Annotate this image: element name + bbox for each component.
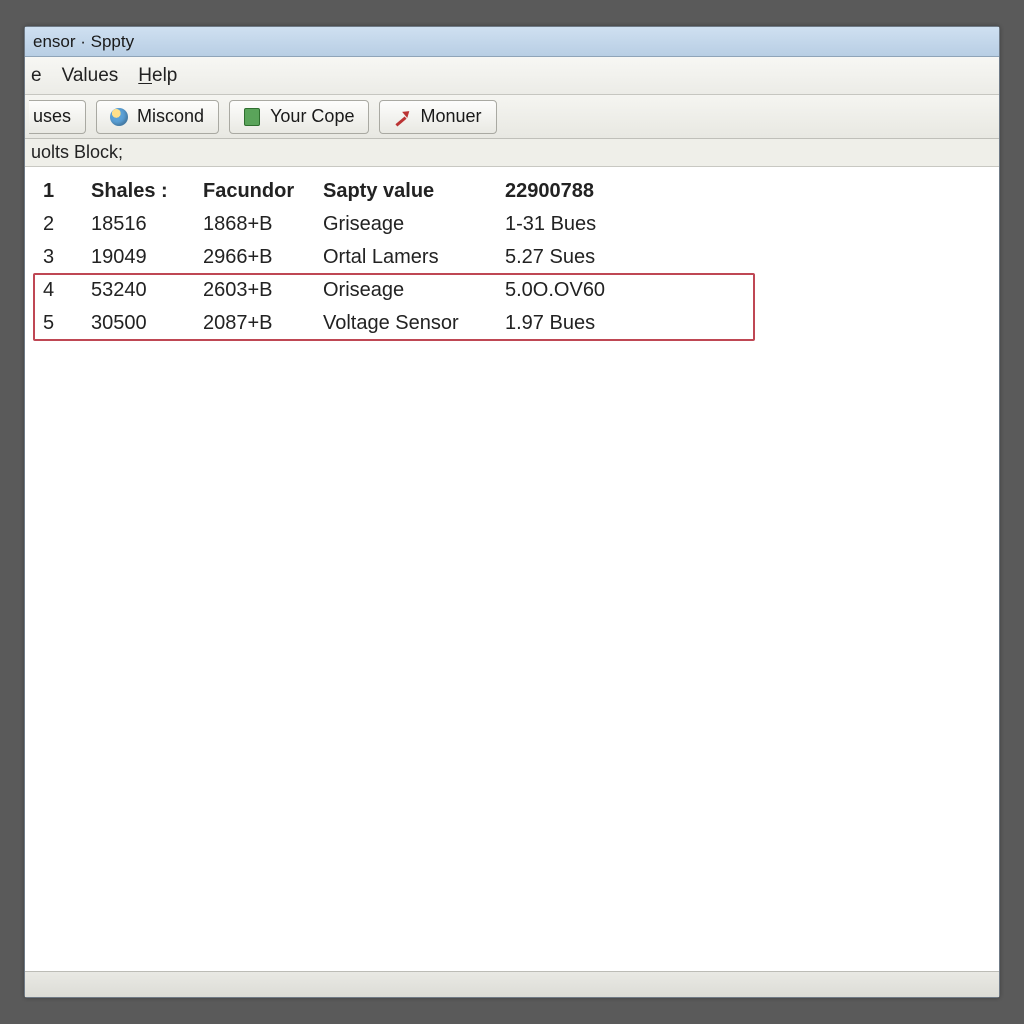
data-table: 1 Shales : Facundor Sapty value 22900788… bbox=[43, 177, 991, 338]
table-cell: 2087+B bbox=[203, 309, 323, 338]
table-header-sapty-value: Sapty value bbox=[323, 177, 505, 206]
toolbar-button-label: Monuer bbox=[420, 106, 481, 127]
table-cell: 2966+B bbox=[203, 243, 323, 272]
table-cell: Ortal Lamers bbox=[323, 243, 505, 272]
table-cell: 1.97 Bues bbox=[505, 309, 675, 338]
toolbar-button-your-cope[interactable]: Your Cope bbox=[229, 100, 369, 134]
menu-help-rest: elp bbox=[152, 65, 177, 86]
table-header-shales: Shales : bbox=[91, 177, 203, 206]
table-header-number: 22900788 bbox=[505, 177, 675, 206]
toolbar-button-label: Your Cope bbox=[270, 106, 354, 127]
menu-item-values[interactable]: Values bbox=[62, 65, 119, 87]
table-cell: Oriseage bbox=[323, 276, 505, 305]
table-cell: 2 bbox=[43, 210, 91, 239]
document-icon bbox=[242, 107, 262, 127]
table-cell: 30500 bbox=[91, 309, 203, 338]
table-cell: 1868+B bbox=[203, 210, 323, 239]
content-area: 1 Shales : Facundor Sapty value 22900788… bbox=[25, 167, 999, 971]
table-cell: 5.27 Sues bbox=[505, 243, 675, 272]
table-cell: 1-31 Bues bbox=[505, 210, 675, 239]
status-bar bbox=[25, 971, 999, 997]
menu-help-mnemonic: H bbox=[138, 65, 152, 86]
table-cell: 4 bbox=[43, 276, 91, 305]
table-cell: 53240 bbox=[91, 276, 203, 305]
table-header-facundor: Facundor bbox=[203, 177, 323, 206]
table-cell: 3 bbox=[43, 243, 91, 272]
table-cell: 5 bbox=[43, 309, 91, 338]
table-cell: 19049 bbox=[91, 243, 203, 272]
app-window: ensor · Sppty e Values Help uses Miscond… bbox=[24, 26, 1000, 998]
window-title: ensor · Sppty bbox=[33, 32, 134, 52]
title-bar[interactable]: ensor · Sppty bbox=[25, 27, 999, 57]
table-cell: Voltage Sensor bbox=[323, 309, 505, 338]
globe-icon bbox=[109, 107, 129, 127]
toolbar-button-label: Miscond bbox=[137, 106, 204, 127]
table-cell: 18516 bbox=[91, 210, 203, 239]
sub-toolbar-label: uolts Block; bbox=[25, 139, 999, 167]
menu-item-help[interactable]: Help bbox=[138, 65, 177, 87]
toolbar-button-label: uses bbox=[33, 106, 71, 127]
menu-item-file-cut[interactable]: e bbox=[31, 65, 42, 87]
table-header-index: 1 bbox=[43, 177, 91, 206]
toolbar-button-uses[interactable]: uses bbox=[29, 100, 86, 134]
toolbar-button-monuer[interactable]: Monuer bbox=[379, 100, 496, 134]
toolbar-button-miscond[interactable]: Miscond bbox=[96, 100, 219, 134]
table-cell: Griseage bbox=[323, 210, 505, 239]
table-cell: 5.0O.OV60 bbox=[505, 276, 675, 305]
toolbar: uses Miscond Your Cope Monuer bbox=[25, 95, 999, 139]
sub-toolbar-text: uolts Block; bbox=[31, 142, 123, 163]
menu-bar: e Values Help bbox=[25, 57, 999, 95]
table-cell: 2603+B bbox=[203, 276, 323, 305]
arrow-icon bbox=[392, 107, 412, 127]
